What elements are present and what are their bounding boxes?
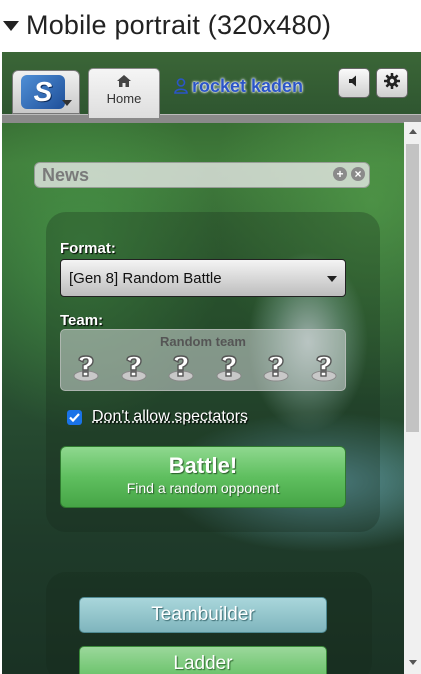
- team-label: Team:: [60, 312, 104, 329]
- spectators-checkbox[interactable]: [67, 409, 82, 425]
- section-title: Mobile portrait (320x480): [26, 9, 332, 40]
- dropdown-arrow-icon: [327, 276, 337, 282]
- tab-home-label: Home: [106, 91, 142, 106]
- gear-icon: [383, 72, 401, 95]
- chevron-down-icon: [62, 100, 72, 106]
- speaker-icon: [347, 74, 361, 93]
- format-value: [Gen 8] Random Battle: [69, 270, 222, 287]
- teambuilder-button[interactable]: Teambuilder: [79, 597, 327, 633]
- unknown-pokemon-icon: [119, 354, 149, 384]
- team-caption: Random team: [160, 334, 246, 349]
- news-label: News: [42, 165, 90, 185]
- team-select[interactable]: Random team: [60, 329, 346, 391]
- team-slots: [67, 354, 343, 384]
- scroll-down-arrow-icon[interactable]: [409, 660, 417, 665]
- user-icon: [174, 78, 188, 94]
- unknown-pokemon-icon: [71, 354, 101, 384]
- format-label: Format:: [60, 240, 116, 257]
- unknown-pokemon-icon: [166, 354, 196, 384]
- mobile-preview-frame: S Home rocket kaden News + × Format: [Ge…: [2, 52, 421, 674]
- spectators-label[interactable]: Don't allow spectators: [92, 408, 248, 426]
- unknown-pokemon-icon: [261, 354, 291, 384]
- spectators-option[interactable]: Don't allow spectators: [67, 408, 248, 426]
- close-icon[interactable]: ×: [351, 167, 365, 181]
- section-header[interactable]: Mobile portrait (320x480): [0, 0, 421, 50]
- format-select[interactable]: [Gen 8] Random Battle: [60, 259, 346, 297]
- header-divider: [2, 114, 421, 123]
- tab-home[interactable]: Home: [88, 68, 160, 118]
- ladder-button[interactable]: Ladder: [79, 646, 327, 674]
- sound-button[interactable]: [338, 68, 370, 98]
- scroll-up-arrow-icon[interactable]: [409, 129, 417, 134]
- showdown-logo-icon: S: [21, 75, 65, 109]
- username[interactable]: rocket kaden: [192, 76, 303, 97]
- battle-button-sublabel: Find a random opponent: [126, 480, 280, 496]
- scrollbar-thumb[interactable]: [406, 144, 419, 432]
- battle-button-label: Battle!: [168, 453, 238, 478]
- news-panel[interactable]: News + ×: [34, 162, 370, 188]
- unknown-pokemon-icon: [214, 354, 244, 384]
- expand-icon[interactable]: +: [333, 167, 347, 181]
- collapse-triangle-icon[interactable]: [3, 21, 19, 31]
- battle-button[interactable]: Battle! Find a random opponent: [60, 446, 346, 508]
- settings-button[interactable]: [376, 68, 408, 98]
- main-menu-button[interactable]: S: [12, 70, 80, 114]
- home-icon: [116, 74, 132, 88]
- unknown-pokemon-icon: [309, 354, 339, 384]
- user-account[interactable]: rocket kaden: [174, 74, 303, 98]
